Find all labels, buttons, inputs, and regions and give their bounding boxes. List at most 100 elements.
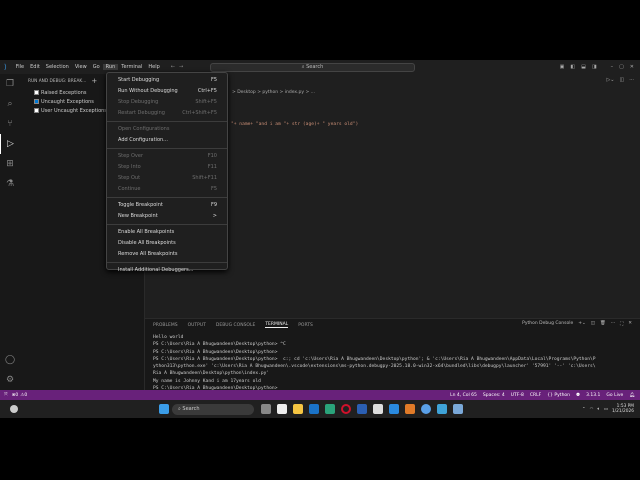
volume-icon[interactable]: 🔈︎	[597, 407, 600, 412]
weather-icon[interactable]	[10, 405, 18, 413]
menu-item-install-additional-debuggers[interactable]: Install Additional Debuggers...	[107, 265, 227, 276]
tab-ports[interactable]: PORTS	[298, 323, 313, 328]
menu-item-remove-all-breakpoints[interactable]: Remove All Breakpoints	[107, 249, 227, 260]
language-mode[interactable]: {} Python	[547, 393, 570, 398]
menu-item-shortcut: F5	[210, 186, 217, 192]
source-control-icon[interactable]: ⑂	[0, 114, 20, 134]
kill-terminal-icon[interactable]: 🗑	[600, 321, 606, 327]
start-icon[interactable]	[159, 404, 169, 414]
vscode-taskbar-icon[interactable]	[389, 404, 399, 414]
run-debug-icon[interactable]: ▷	[0, 134, 20, 154]
menu-item-new-breakpoint[interactable]: New Breakpoint >	[107, 211, 227, 222]
menu-item-open-configurations[interactable]: Open Configurations	[107, 124, 227, 135]
maximize-panel-icon[interactable]: ⛶	[620, 321, 623, 327]
run-python-icon[interactable]: ▷⌄	[606, 77, 614, 83]
menu-item-restart-debugging[interactable]: Restart Debugging Ctrl+Shift+F5	[107, 108, 227, 119]
word-icon[interactable]	[357, 404, 367, 414]
layout-icon[interactable]: ▣	[560, 64, 565, 70]
menu-item-start-debugging[interactable]: Start Debugging F5	[107, 75, 227, 86]
code-line[interactable]: "+ name+ "and i am "+ str (age)+ " years…	[231, 122, 358, 127]
encoding[interactable]: UTF-8	[511, 393, 524, 398]
back-icon[interactable]: ←	[171, 64, 175, 70]
menu-item-disable-all-breakpoints[interactable]: Disable All Breakpoints	[107, 238, 227, 249]
python-version[interactable]: 3.13.1	[586, 393, 600, 398]
terminal[interactable]: Hello world PS C:\Users\Ria A Bhugwandeen…	[145, 331, 640, 392]
tab-output[interactable]: OUTPUT	[188, 323, 206, 328]
error-count[interactable]: 0	[15, 393, 18, 398]
menu-item-continue[interactable]: Continue F5	[107, 184, 227, 195]
menu-run[interactable]: Run	[102, 64, 119, 70]
close-button[interactable]: ✕	[630, 64, 634, 70]
breadcrumb[interactable]: > Desktop > python > index.py > ...	[232, 90, 315, 95]
new-terminal-icon[interactable]: +⌄	[578, 321, 586, 327]
clock[interactable]: 1:53 PM 1/21/2026	[612, 404, 634, 414]
forward-icon[interactable]: →	[179, 64, 183, 70]
menu-edit[interactable]: Edit	[27, 64, 43, 70]
maximize-button[interactable]: ▢	[619, 64, 624, 70]
menu-file[interactable]: File	[13, 64, 27, 70]
toggle-sidebar-icon[interactable]: ◧	[570, 64, 575, 70]
tray-chevron-icon[interactable]: ⌃	[582, 407, 586, 412]
menu-selection[interactable]: Selection	[43, 64, 72, 70]
outlook-icon[interactable]	[309, 404, 319, 414]
app-blue-icon[interactable]	[421, 404, 431, 414]
tab-terminal[interactable]: TERMINAL	[265, 322, 289, 328]
minimize-button[interactable]: –	[611, 64, 614, 70]
wifi-icon[interactable]: ◠	[590, 407, 594, 412]
menu-terminal[interactable]: Terminal	[118, 64, 145, 70]
menu-item-stop-debugging[interactable]: Stop Debugging Shift+F5	[107, 97, 227, 108]
menu-item-label: Continue	[118, 186, 141, 192]
tab-debug-console[interactable]: DEBUG CONSOLE	[216, 323, 255, 328]
menu-item-shortcut: Shift+F11	[192, 175, 217, 181]
menu-item-step-over[interactable]: Step Over F10	[107, 151, 227, 162]
calendar-icon[interactable]	[373, 404, 383, 414]
menu-go[interactable]: Go	[90, 64, 103, 70]
cursor-position[interactable]: Ln 4, Col 65	[450, 393, 477, 398]
terminal-name[interactable]: Python Debug Console	[522, 321, 573, 327]
copilot-icon[interactable]: ⚉	[576, 393, 580, 398]
split-editor-icon[interactable]: ◫	[619, 77, 624, 83]
menu-view[interactable]: View	[72, 64, 90, 70]
indentation[interactable]: Spaces: 4	[483, 393, 505, 398]
add-icon[interactable]: +	[91, 77, 97, 85]
testing-icon[interactable]: ⚗	[0, 174, 20, 194]
menu-help[interactable]: Help	[145, 64, 162, 70]
taskbar-search[interactable]: ⌕ Search	[172, 403, 254, 415]
close-panel-icon[interactable]: ✕	[628, 321, 632, 327]
checkbox[interactable]	[34, 90, 39, 95]
tab-problems[interactable]: PROBLEMS	[153, 323, 178, 328]
command-search[interactable]: ⌕ Search	[210, 63, 415, 72]
remote-icon[interactable]: ⤧	[4, 392, 8, 398]
notes-icon[interactable]	[437, 404, 447, 414]
warning-count[interactable]: 0	[24, 393, 27, 398]
toggle-panel-icon[interactable]: ⬓	[581, 64, 586, 70]
menu-item-enable-all-breakpoints[interactable]: Enable All Breakpoints	[107, 227, 227, 238]
menu-item-toggle-breakpoint[interactable]: Toggle Breakpoint F9	[107, 200, 227, 211]
checkbox[interactable]	[34, 99, 39, 104]
more-icon[interactable]: ···	[629, 77, 634, 83]
more-icon[interactable]: ···	[611, 321, 615, 327]
menu-item-step-out[interactable]: Step Out Shift+F11	[107, 173, 227, 184]
checkbox[interactable]	[34, 108, 39, 113]
toggle-secondary-icon[interactable]: ◨	[592, 64, 597, 70]
store-icon[interactable]	[277, 404, 287, 414]
end-of-line[interactable]: CRLF	[530, 393, 541, 398]
extensions-icon[interactable]: ⊞	[0, 154, 20, 174]
split-terminal-icon[interactable]: ◫	[591, 321, 595, 327]
battery-icon[interactable]: ▭	[604, 407, 608, 412]
app-window-icon[interactable]	[453, 404, 463, 414]
menu-item-add-configuration[interactable]: Add Configuration...	[107, 135, 227, 146]
opera-icon[interactable]	[341, 404, 351, 414]
go-live-button[interactable]: Go Live	[606, 393, 623, 398]
settings-gear-icon[interactable]: ⚙	[0, 370, 20, 390]
explorer-icon[interactable]: ❐	[0, 74, 20, 94]
account-icon[interactable]: ◯	[0, 350, 20, 370]
file-explorer-icon[interactable]	[293, 404, 303, 414]
search-icon[interactable]: ⌕	[0, 94, 20, 114]
app-orange-icon[interactable]	[405, 404, 415, 414]
notifications-icon[interactable]: 🔔︎	[629, 393, 635, 398]
copilot-app-icon[interactable]	[325, 404, 335, 414]
menu-item-run-without-debugging[interactable]: Run Without Debugging Ctrl+F5	[107, 86, 227, 97]
menu-item-step-into[interactable]: Step Into F11	[107, 162, 227, 173]
task-view-icon[interactable]	[261, 404, 271, 414]
